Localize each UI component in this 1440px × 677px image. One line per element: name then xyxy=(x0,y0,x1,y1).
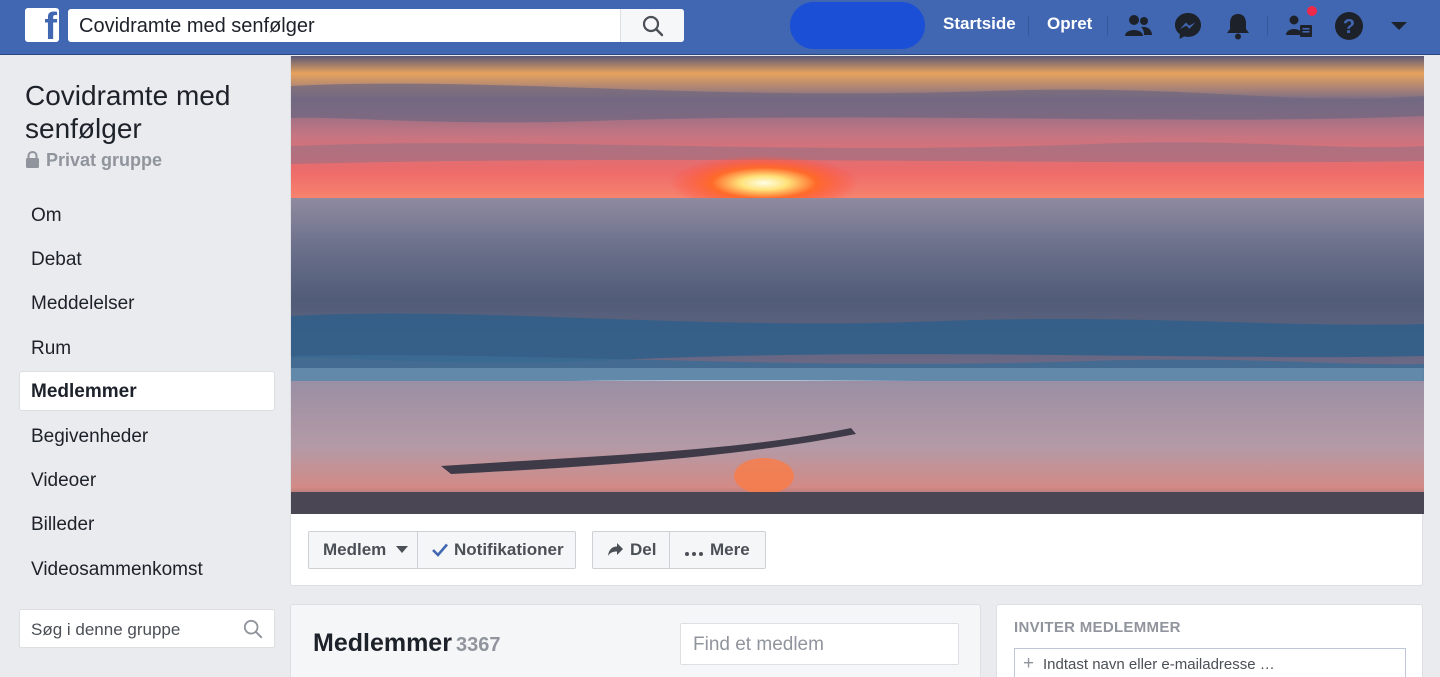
search-input[interactable]: Covidramte med senfølger xyxy=(68,9,684,42)
group-privacy-label: Privat gruppe xyxy=(25,150,162,171)
sidebar-item-meddelelser[interactable]: Meddelelser xyxy=(19,282,275,322)
invite-members-title: INVITER MEDLEMMER xyxy=(1014,619,1181,636)
group-cover-card: Medlem Notifikationer Del Mere xyxy=(290,56,1424,586)
help-icon[interactable]: ? xyxy=(1333,10,1365,42)
search-input-value[interactable]: Covidramte med senfølger xyxy=(79,15,315,38)
sidebar-item-videosammenkomst[interactable]: Videosammenkomst xyxy=(19,548,275,588)
lock-icon xyxy=(26,150,39,168)
group-title[interactable]: Covidramte med senfølger xyxy=(25,79,265,145)
nav-home-link[interactable]: Startside xyxy=(943,14,1016,34)
messenger-icon[interactable] xyxy=(1172,10,1204,42)
invite-member-placeholder[interactable]: Indtast navn eller e-mailadresse … xyxy=(1043,656,1275,673)
checkmark-icon xyxy=(432,543,448,557)
facebook-logo-icon[interactable]: f xyxy=(25,8,59,42)
nav-divider xyxy=(1267,16,1268,36)
top-navigation-bar: f Covidramte med senfølger Startside Opr… xyxy=(0,0,1440,55)
member-status-button[interactable]: Medlem xyxy=(308,531,418,569)
notifications-icon[interactable] xyxy=(1222,10,1254,42)
find-member-placeholder[interactable]: Find et medlem xyxy=(693,634,824,656)
members-title: Medlemmer xyxy=(313,629,452,657)
chevron-down-icon[interactable] xyxy=(1383,10,1415,42)
sidebar-item-billeder[interactable]: Billeder xyxy=(19,503,275,543)
nav-divider xyxy=(1028,16,1029,36)
cover-photo[interactable] xyxy=(291,56,1424,514)
nav-divider xyxy=(1107,16,1108,36)
ellipsis-icon xyxy=(685,552,703,556)
members-heading: Medlemmer 3367 xyxy=(313,629,500,658)
sidebar-item-medlemmer[interactable]: Medlemmer xyxy=(19,370,275,411)
members-count: 3367 xyxy=(455,634,501,656)
sidebar-item-begivenheder[interactable]: Begivenheder xyxy=(19,415,275,455)
members-section: Medlemmer 3367 Find et medlem xyxy=(290,604,981,677)
sidebar-item-rum[interactable]: Rum xyxy=(19,327,275,367)
find-member-input[interactable]: Find et medlem xyxy=(680,623,959,665)
more-button[interactable]: Mere xyxy=(669,531,766,569)
more-label: Mere xyxy=(710,540,750,559)
plus-icon: + xyxy=(1023,653,1035,674)
svg-text:?: ? xyxy=(1343,16,1355,38)
group-sidebar-nav: Om Debat Meddelelser Rum Medlemmer Begiv… xyxy=(19,194,275,592)
share-arrow-icon xyxy=(608,543,623,556)
caret-down-icon xyxy=(396,546,409,553)
share-button[interactable]: Del xyxy=(592,531,670,569)
search-icon xyxy=(642,15,664,37)
sidebar-item-debat[interactable]: Debat xyxy=(19,238,275,278)
group-search-placeholder[interactable]: Søg i denne gruppe xyxy=(31,620,180,640)
member-status-label: Medlem xyxy=(323,540,387,559)
group-privacy-text: Privat gruppe xyxy=(46,150,163,170)
group-search-input[interactable]: Søg i denne gruppe xyxy=(19,609,275,648)
sidebar-item-videoer[interactable]: Videoer xyxy=(19,459,275,499)
notifications-button[interactable]: Notifikationer xyxy=(417,531,576,569)
invite-members-section: INVITER MEDLEMMER + Indtast navn eller e… xyxy=(996,604,1423,677)
invite-member-input[interactable]: + Indtast navn eller e-mailadresse … xyxy=(1014,648,1406,677)
nav-create-link[interactable]: Opret xyxy=(1047,14,1092,34)
sidebar-item-om[interactable]: Om xyxy=(19,194,275,234)
search-button[interactable] xyxy=(620,9,684,42)
profile-link-redacted[interactable] xyxy=(790,2,925,49)
share-label: Del xyxy=(630,540,657,559)
friends-icon[interactable] xyxy=(1122,10,1154,42)
notifications-label: Notifikationer xyxy=(454,540,564,559)
notification-badge xyxy=(1305,4,1319,18)
search-icon[interactable] xyxy=(243,619,263,639)
sunset-over-sea-beach-photo xyxy=(291,56,1424,514)
